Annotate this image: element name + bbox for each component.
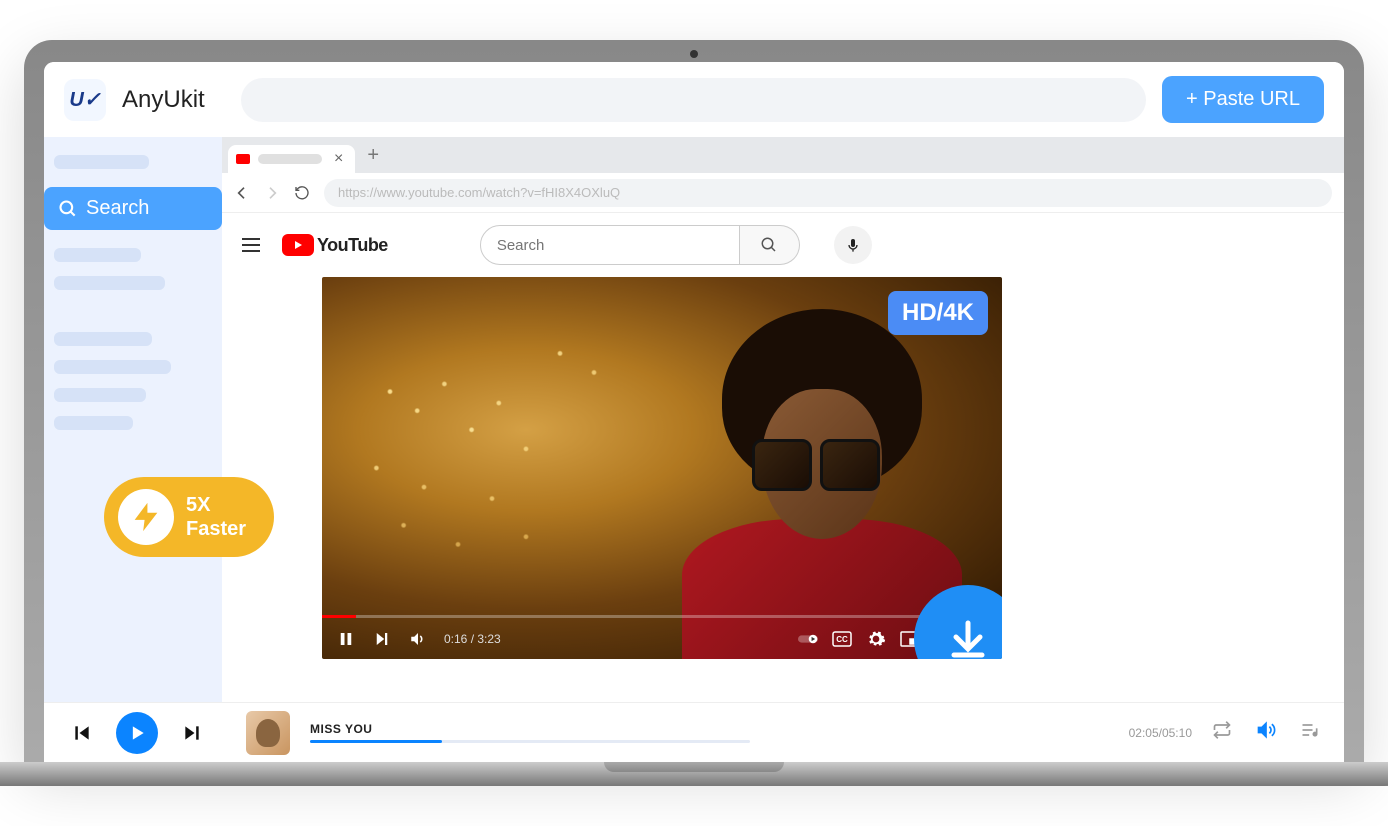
youtube-search-input[interactable] [480,225,740,265]
browser-address-bar: https://www.youtube.com/watch?v=fHI8X4OX… [222,173,1344,213]
address-field[interactable]: https://www.youtube.com/watch?v=fHI8X4OX… [324,179,1332,207]
next-video-button[interactable] [372,630,392,648]
sidebar-item-placeholder [54,360,171,374]
youtube-voice-search-button[interactable] [834,226,872,264]
app-name: AnyUkit [122,86,205,114]
pause-button[interactable] [336,630,356,648]
microphone-icon [845,237,861,253]
new-tab-button[interactable]: + [355,144,391,167]
youtube-search-button[interactable] [740,225,800,265]
hd-4k-badge: HD/4K [888,291,988,335]
hamburger-menu-icon[interactable] [242,238,260,252]
volume-button[interactable] [408,630,428,648]
browser-tab[interactable]: × [228,145,355,173]
gear-icon [866,629,886,649]
next-track-button[interactable] [178,719,206,747]
youtube-favicon-icon [236,154,250,164]
track-progress-fill [310,740,442,743]
repeat-icon [1212,720,1232,740]
browser-tabbar: × + [222,137,1344,173]
volume-icon [1256,720,1276,740]
reload-icon[interactable] [294,185,310,201]
video-subject [682,299,962,659]
speed-multiplier: 5X [186,493,246,517]
forward-icon [264,185,280,201]
search-icon [760,236,778,254]
sidebar-item-placeholder [54,248,141,262]
youtube-header: YouTube [222,213,1344,277]
video-progress-fill [322,615,356,618]
sidebar-search-button[interactable]: Search [44,187,222,230]
playlist-button[interactable] [1300,720,1320,745]
back-icon[interactable] [234,185,250,201]
bottom-player: MISS YOU 02:05/05:10 [44,702,1344,762]
speed-label: Faster [186,517,246,541]
app-header: U✓ AnyUkit + Paste URL [44,62,1344,137]
svg-text:CC: CC [836,635,848,644]
download-icon [944,615,992,659]
previous-track-button[interactable] [68,719,96,747]
video-controls-bar: 0:16 / 3:23 CC [322,615,1002,659]
sidebar-item-placeholder [54,416,133,430]
laptop-camera [690,50,698,58]
search-icon [58,199,78,219]
play-button[interactable] [116,712,158,754]
sidebar-item-placeholder [54,155,149,169]
youtube-logo[interactable]: YouTube [282,234,388,256]
address-url-text: https://www.youtube.com/watch?v=fHI8X4OX… [338,185,620,200]
sidebar-search-label: Search [86,197,149,220]
speed-badge: 5X Faster [104,477,274,557]
youtube-play-icon [282,234,314,256]
bolt-icon-circle [118,489,174,545]
track-progress-bar[interactable] [310,740,750,743]
sidebar-item-placeholder [54,388,146,402]
video-player[interactable]: HD/4K 0:16 / 3:23 [322,277,1002,659]
video-progress-bar[interactable] [322,615,1002,618]
playlist-icon [1300,720,1320,740]
video-area: HD/4K 0:16 / 3:23 [222,277,1344,702]
repeat-button[interactable] [1212,720,1232,745]
youtube-brand-text: YouTube [317,235,388,256]
bolt-icon [129,500,163,534]
track-title: MISS YOU [310,722,1109,736]
volume-button[interactable] [1256,720,1276,745]
video-time: 0:16 / 3:23 [444,632,501,646]
sidebar: Search 5X Faster [44,137,222,702]
tab-title-placeholder [258,154,322,164]
paste-url-button[interactable]: + Paste URL [1162,76,1324,123]
url-input[interactable] [241,78,1146,122]
settings-button[interactable] [866,629,886,649]
sidebar-item-placeholder [54,276,165,290]
browser-content: × + https://www.youtube.com/watch?v=fHI8… [222,137,1344,702]
app-logo: U✓ [64,79,106,121]
sidebar-item-placeholder [54,332,152,346]
tab-close-button[interactable]: × [330,150,347,168]
app-logo-text: U✓ [69,87,100,112]
track-time: 02:05/05:10 [1129,726,1192,740]
captions-button[interactable]: CC [832,631,852,647]
track-thumbnail [246,711,290,755]
autoplay-toggle[interactable] [798,632,818,646]
